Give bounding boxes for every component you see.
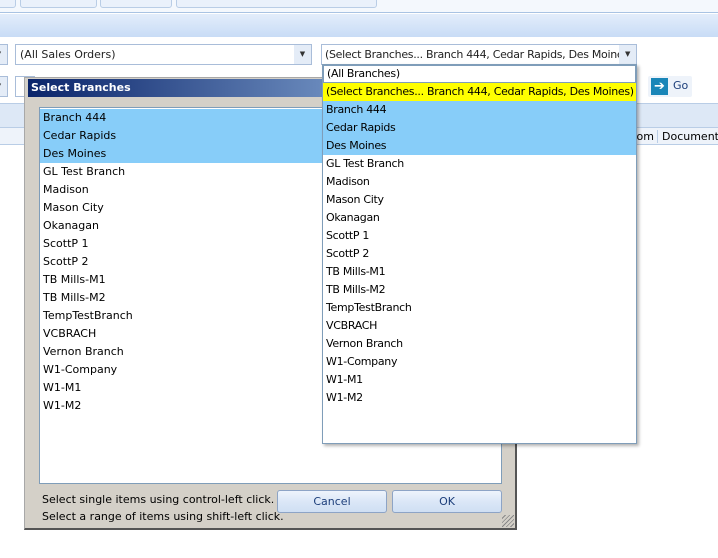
top-tab-strip: [0, 0, 718, 13]
branch-option[interactable]: Des Moines: [323, 137, 636, 155]
chevron-down-icon: ▼: [294, 45, 311, 64]
top-tab[interactable]: [176, 0, 377, 8]
branch-option[interactable]: Vernon Branch: [323, 335, 636, 353]
hint-text-1: Select single items using control-left c…: [42, 493, 275, 506]
branch-option[interactable]: Okanagan: [323, 209, 636, 227]
arrow-right-icon: ➔: [651, 78, 668, 95]
top-tab[interactable]: [20, 0, 97, 8]
branch-option[interactable]: GL Test Branch: [323, 155, 636, 173]
cancel-button[interactable]: Cancel: [277, 490, 387, 513]
branch-option[interactable]: VCBRACH: [323, 317, 636, 335]
branches-dropdown-list[interactable]: (All Branches) (Select Branches... Branch…: [322, 64, 637, 444]
hint-text-2: Select a range of items using shift-left…: [42, 510, 284, 523]
branch-option[interactable]: ScottP 2: [323, 245, 636, 263]
header-band: [0, 14, 718, 37]
branch-option[interactable]: ScottP 1: [323, 227, 636, 245]
branches-combo[interactable]: (Select Branches... Branch 444, Cedar Ra…: [321, 44, 637, 65]
top-tab[interactable]: [100, 0, 172, 8]
ok-button[interactable]: OK: [392, 490, 502, 513]
resize-grip-icon[interactable]: [502, 515, 514, 527]
chevron-down-icon: ▼: [0, 77, 7, 96]
branch-option[interactable]: TB Mills-M2: [323, 281, 636, 299]
branch-option[interactable]: TempTestBranch: [323, 299, 636, 317]
left-filter-combo-2[interactable]: ▼: [0, 76, 8, 97]
branch-option[interactable]: TB Mills-M1: [323, 263, 636, 281]
branches-value: (Select Branches... Branch 444, Cedar Ra…: [325, 48, 633, 61]
branch-option[interactable]: Madison: [323, 173, 636, 191]
branch-option[interactable]: W1-M1: [323, 371, 636, 389]
branch-option[interactable]: Branch 444: [323, 101, 636, 119]
branch-option[interactable]: W1-Company: [323, 353, 636, 371]
chevron-down-icon: ▼: [0, 45, 7, 64]
top-tab[interactable]: [0, 0, 16, 8]
branch-option[interactable]: Cedar Rapids: [323, 119, 636, 137]
sales-orders-combo[interactable]: (All Sales Orders) ▼: [15, 44, 312, 65]
go-button[interactable]: ➔ Go: [648, 76, 692, 97]
go-label: Go: [673, 79, 689, 92]
left-filter-combo[interactable]: ▼: [0, 44, 8, 65]
branch-option[interactable]: W1-M2: [323, 389, 636, 407]
chevron-down-icon: ▼: [619, 45, 636, 64]
branch-option[interactable]: Mason City: [323, 191, 636, 209]
sales-orders-value: (All Sales Orders): [20, 48, 116, 61]
branch-option[interactable]: (All Branches): [323, 65, 636, 83]
branch-option[interactable]: (Select Branches... Branch 444, Cedar Ra…: [323, 83, 636, 101]
column-header-documents[interactable]: Documents: [662, 130, 718, 143]
